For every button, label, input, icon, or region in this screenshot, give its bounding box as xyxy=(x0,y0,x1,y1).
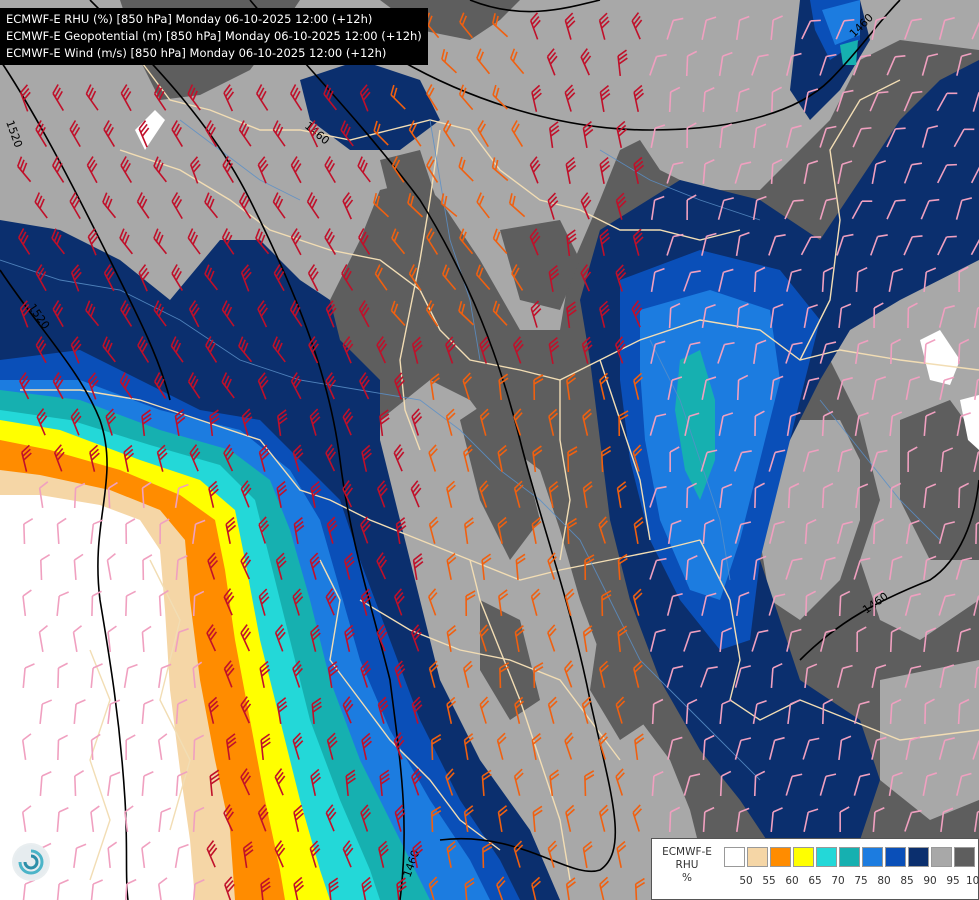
swirl-icon xyxy=(14,845,48,879)
legend-swatch xyxy=(931,847,952,867)
legend-title: ECMWF-E RHU % xyxy=(656,846,718,885)
legend-tick: 80 xyxy=(877,875,891,887)
legend-tick: 50 xyxy=(739,875,753,887)
legend-swatch xyxy=(885,847,906,867)
legend-tick: 95 xyxy=(946,875,960,887)
legend-swatch xyxy=(862,847,883,867)
header-line-geopotential: ECMWF-E Geopotential (m) [850 hPa] Monda… xyxy=(6,29,422,43)
legend-panel: ECMWF-E RHU % 50 55 60 65 70 75 80 85 90 95 100 xyxy=(651,838,979,900)
legend-swatch xyxy=(770,847,791,867)
legend-swatch xyxy=(908,847,929,867)
legend-tick: 90 xyxy=(923,875,937,887)
legend-swatch xyxy=(816,847,837,867)
legend-title-variable: RHU xyxy=(675,859,699,871)
legend-tick: 100 xyxy=(965,875,979,887)
legend-swatch xyxy=(724,847,745,867)
provider-logo xyxy=(12,843,50,881)
weather-map: 1520 1460 1520 1460 1460 1460 xyxy=(0,0,979,900)
legend-swatch xyxy=(954,847,975,867)
legend-tick: 85 xyxy=(900,875,914,887)
legend-tick: 65 xyxy=(808,875,822,887)
legend-swatches xyxy=(724,847,977,867)
legend-tick: 55 xyxy=(762,875,776,887)
legend-tick: 60 xyxy=(785,875,799,887)
legend-swatch xyxy=(793,847,814,867)
legend-swatch xyxy=(747,847,768,867)
map-header: ECMWF-E RHU (%) [850 hPa] Monday 06-10-2… xyxy=(0,8,428,65)
legend-tick: 75 xyxy=(854,875,868,887)
legend-swatch xyxy=(839,847,860,867)
legend-title-unit: % xyxy=(682,872,692,884)
header-line-wind: ECMWF-E Wind (m/s) [850 hPa] Monday 06-1… xyxy=(6,46,387,60)
legend-tick: 70 xyxy=(831,875,845,887)
header-line-rhu: ECMWF-E RHU (%) [850 hPa] Monday 06-10-2… xyxy=(6,12,373,26)
legend-title-model: ECMWF-E xyxy=(662,846,712,858)
